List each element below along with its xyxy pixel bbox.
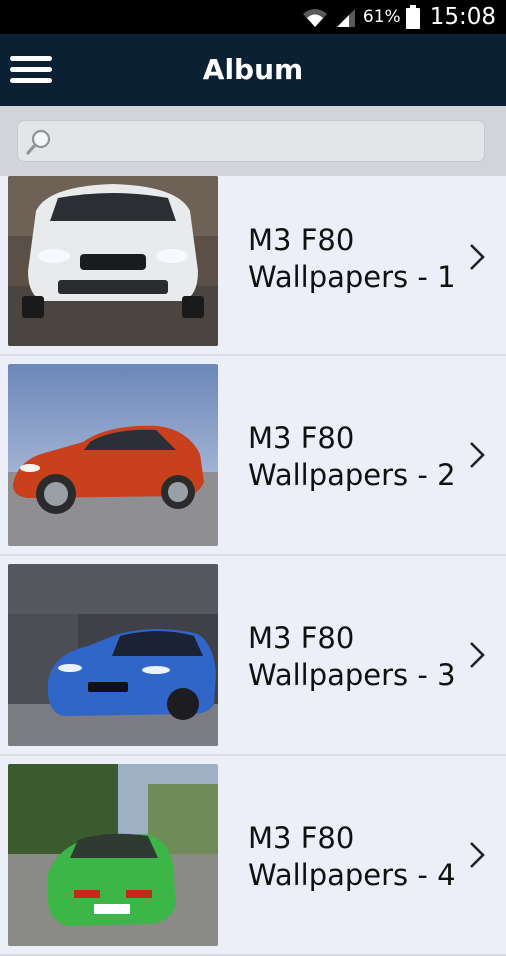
car-thumbnail bbox=[8, 176, 218, 346]
chevron-right-icon bbox=[470, 842, 485, 868]
wifi-icon bbox=[302, 9, 327, 27]
search-icon bbox=[26, 129, 51, 155]
album-item-label: M3 F80 Wallpapers - 4 bbox=[248, 821, 456, 892]
album-list: M3 F80 Wallpapers - 1 M3 F80 Wallpapers … bbox=[0, 176, 506, 956]
search-input[interactable] bbox=[58, 125, 476, 159]
album-item-3[interactable]: M3 F80 Wallpapers - 3 bbox=[0, 556, 506, 756]
car-thumbnail bbox=[8, 764, 218, 946]
clock: 15:08 bbox=[429, 4, 496, 30]
chevron-right-icon bbox=[470, 642, 485, 668]
album-item-label: M3 F80 Wallpapers - 3 bbox=[248, 621, 456, 692]
page-title: Album bbox=[202, 53, 304, 86]
album-item-label: M3 F80 Wallpapers - 1 bbox=[248, 223, 456, 294]
status-bar: 61% 15:08 bbox=[0, 0, 506, 34]
car-thumbnail bbox=[8, 364, 218, 546]
chevron-right-icon bbox=[470, 442, 485, 468]
car-thumbnail bbox=[8, 564, 218, 746]
search-box[interactable] bbox=[17, 120, 485, 162]
album-item-4[interactable]: M3 F80 Wallpapers - 4 bbox=[0, 756, 506, 956]
search-bar bbox=[0, 106, 506, 176]
album-item-1[interactable]: M3 F80 Wallpapers - 1 bbox=[0, 176, 506, 356]
signal-icon bbox=[336, 9, 355, 27]
chevron-right-icon bbox=[470, 244, 485, 270]
album-item-label: M3 F80 Wallpapers - 2 bbox=[248, 421, 456, 492]
hamburger-menu-icon[interactable] bbox=[10, 54, 54, 86]
album-item-2[interactable]: M3 F80 Wallpapers - 2 bbox=[0, 356, 506, 556]
app-bar: Album bbox=[0, 34, 506, 106]
battery-percent: 61% bbox=[362, 7, 401, 27]
battery-icon bbox=[405, 5, 420, 29]
